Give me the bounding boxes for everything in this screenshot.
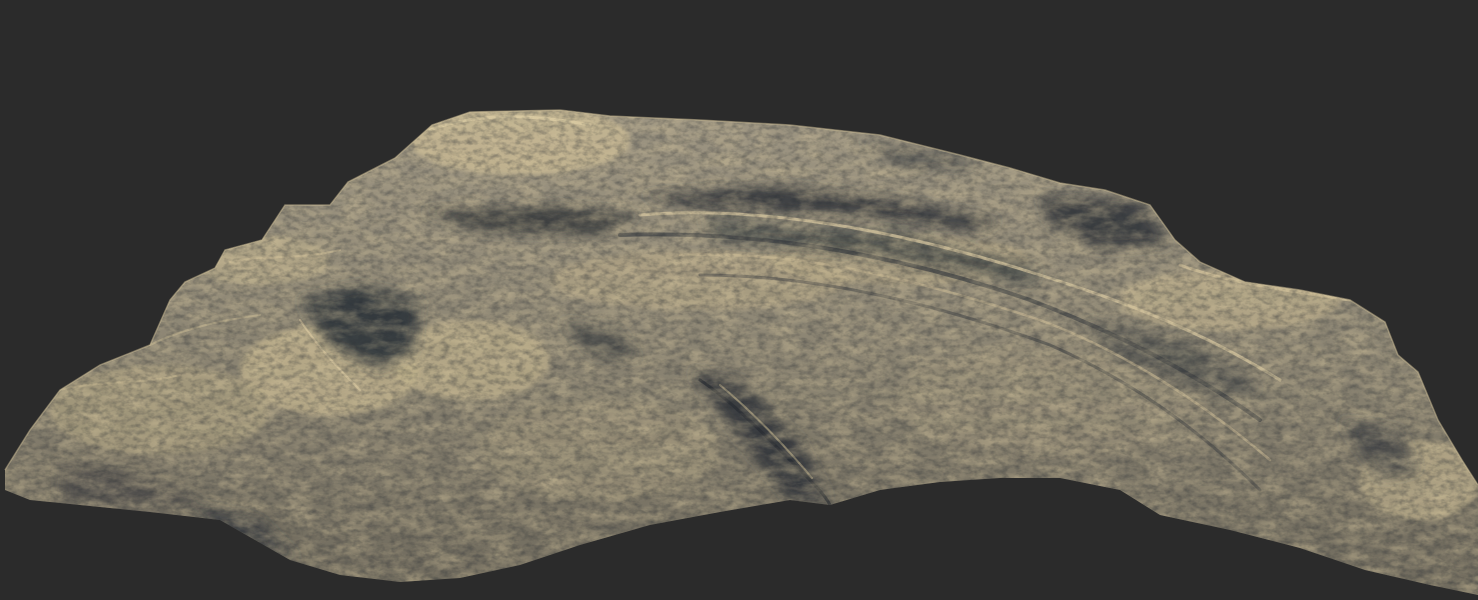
3d-viewport[interactable] [0, 0, 1478, 600]
terrain-shadow-detail [5, 110, 1478, 595]
terrain-render[interactable] [0, 0, 1478, 600]
